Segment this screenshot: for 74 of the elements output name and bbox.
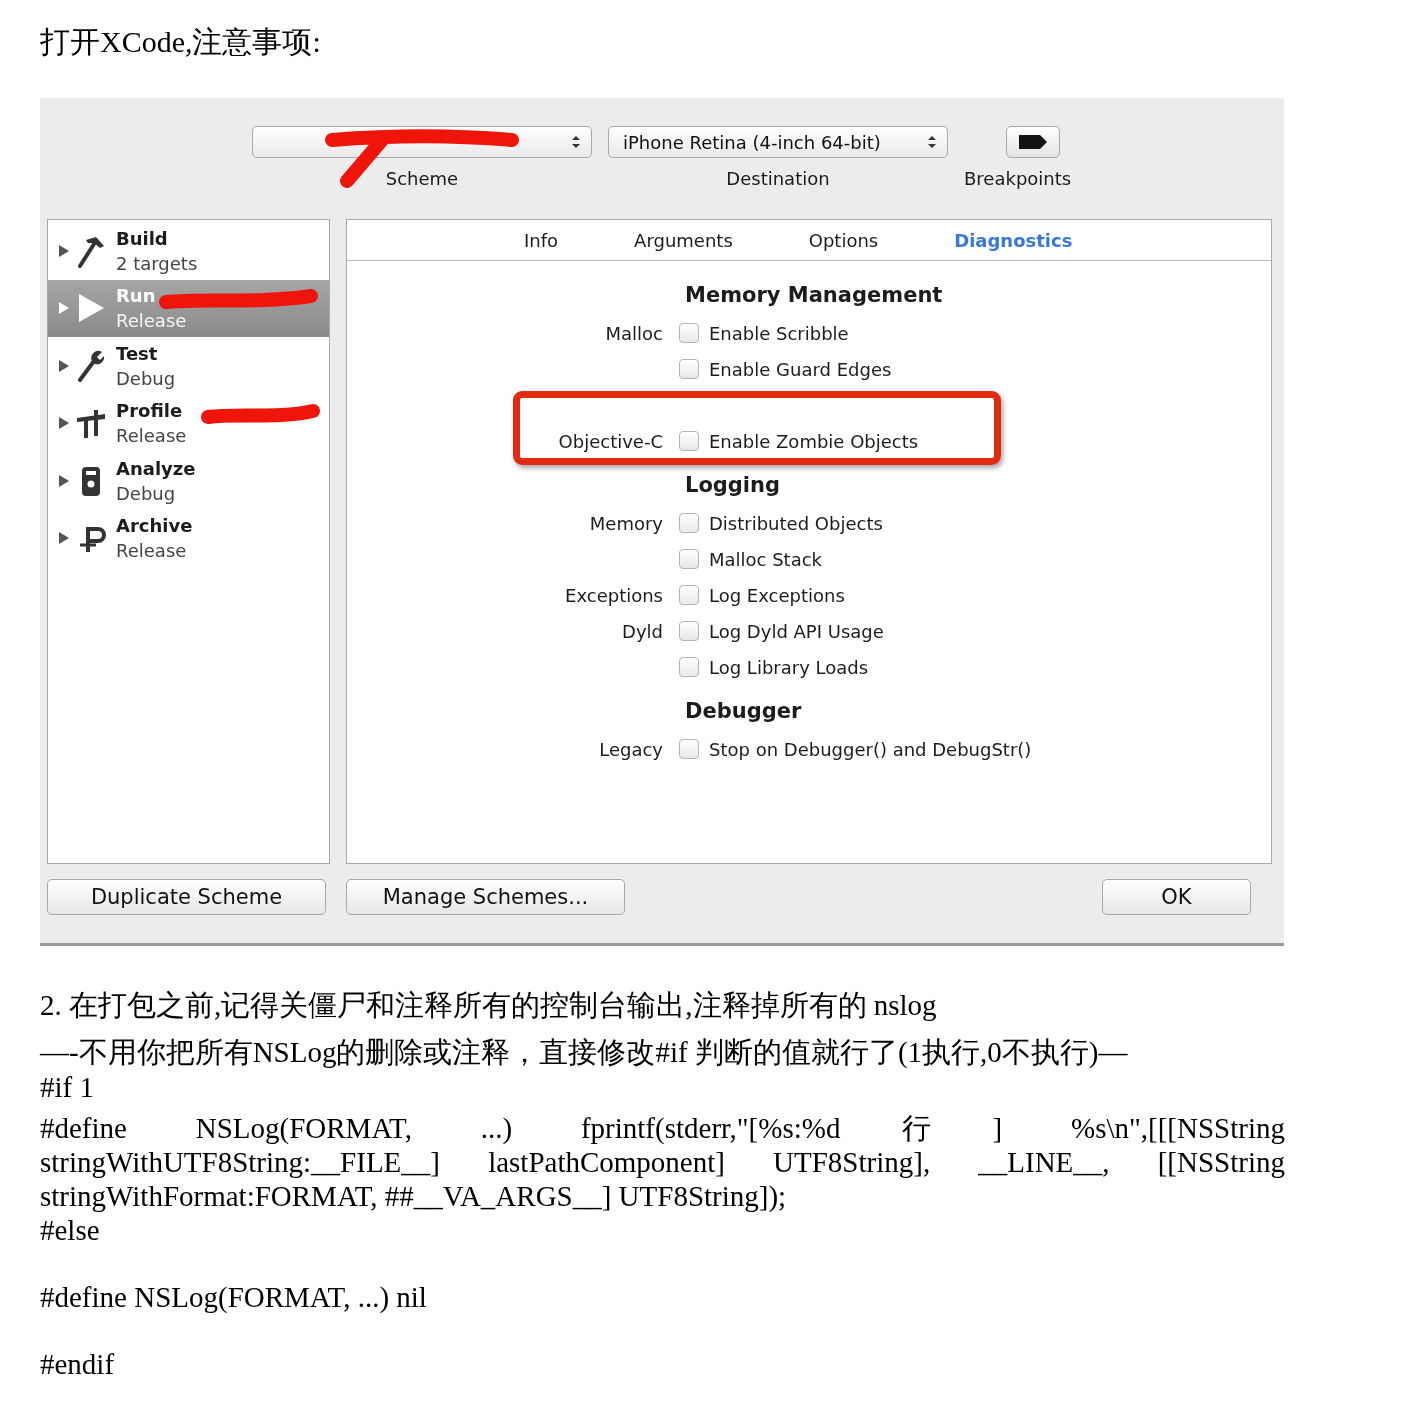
option-group-label: Memory (588, 512, 664, 534)
checkbox[interactable] (679, 431, 699, 451)
option-label: Enable Scribble (709, 322, 850, 344)
disclosure-icon (58, 301, 70, 316)
note-line: #if 1 (40, 1070, 95, 1105)
option-label: Stop on Debugger() and DebugStr() (709, 738, 1033, 760)
dialog-button[interactable]: Duplicate Scheme (47, 879, 326, 915)
disclosure-icon (58, 473, 70, 488)
note-line: —-不用你把所有NSLog的删除或注释，直接修改#if 判断的值就行了(1执行,0不执行)— (40, 1035, 1129, 1070)
section-title: Debugger (685, 698, 803, 725)
option-label: Enable Guard Edges (709, 358, 893, 380)
breakpoint-icon (1017, 134, 1048, 150)
breakpoints-button[interactable] (1005, 126, 1060, 158)
action-item[interactable]: Profile Release (48, 394, 329, 452)
action-name: Build (116, 226, 169, 251)
action-config: Release (116, 309, 187, 334)
action-item[interactable]: Archive Release (48, 509, 329, 567)
toolbar-label: Scheme (385, 168, 459, 189)
checkbox[interactable] (679, 359, 699, 379)
note-line: 2. 在打包之前,记得关僵尸和注释所有的控制台输出,注释掉所有的 nslog (40, 988, 938, 1023)
action-item[interactable]: Test Debug (48, 337, 329, 395)
checkbox[interactable] (679, 513, 699, 533)
action-name: Archive (116, 514, 193, 539)
tab[interactable]: Info (524, 229, 559, 251)
option-group-label: Legacy (598, 738, 664, 760)
disclosure-icon (58, 416, 70, 431)
option-group-label: Exceptions (564, 584, 664, 606)
tab[interactable]: Options (808, 229, 879, 251)
disclosure-icon (58, 531, 70, 546)
action-config: Debug (116, 366, 176, 391)
code-paragraph: #define NSLog(FORMAT, ...) fprintf(stderr,"[%s:%d行] %s\n",[[[NSString stringWithUTF8String:__FILE__] lastPathComponent] UTF8String], __LINE__, [[NSString stringWithFormat:FORMAT, ##__VA_ARGS__] UTF8String]); (40, 1111, 1285, 1213)
tab[interactable]: Diagnostics (954, 229, 1073, 251)
toolbar-label: Breakpoints (964, 168, 1072, 189)
heading: 打开XCode,注意事项: (39, 24, 322, 60)
action-name: Test (116, 341, 159, 366)
dialog-button[interactable]: Manage Schemes... (346, 879, 625, 915)
action-config: Debug (116, 481, 177, 506)
action-name: Profile (116, 399, 184, 424)
dialog-button[interactable]: OK (1102, 879, 1251, 915)
option-label: Malloc Stack (709, 548, 824, 570)
action-config: Release (116, 424, 187, 449)
option-label: Enable Zombie Objects (709, 430, 920, 452)
checkbox[interactable] (679, 323, 699, 343)
wrench-icon (76, 348, 106, 383)
checkbox[interactable] (679, 621, 699, 641)
option-group-label: Objective-C (557, 430, 664, 452)
tab[interactable]: Arguments (634, 229, 733, 251)
toolbar-label: Destination (726, 168, 830, 189)
section-title: Memory Management (685, 282, 944, 309)
action-config: 2 targets (116, 251, 198, 276)
disclosure-icon (58, 243, 70, 258)
action-config: Release (116, 539, 188, 564)
checkbox[interactable] (679, 549, 699, 569)
stepper-arrows-icon (927, 135, 937, 149)
disclosure-icon (58, 358, 70, 373)
action-name: Run (116, 284, 157, 309)
section-title: Logging (685, 472, 782, 499)
option-group-label: Malloc (604, 322, 664, 344)
popup-button[interactable]: iPhone Retina (4-inch 64-bit) (608, 126, 948, 158)
option-label: Log Dyld API Usage (709, 620, 885, 642)
checkbox[interactable] (679, 739, 699, 759)
action-item[interactable]: Analyze Debug (48, 452, 329, 510)
stepper-arrows-icon (571, 135, 581, 149)
note-line: #endif (40, 1347, 116, 1382)
option-label: Log Exceptions (709, 584, 846, 606)
note-line: #else (40, 1213, 101, 1248)
checkbox[interactable] (679, 657, 699, 677)
action-item[interactable]: Build 2 targets (48, 222, 329, 280)
option-label: Log Library Loads (709, 656, 870, 678)
option-label: Distributed Objects (709, 512, 884, 534)
note-line: #define NSLog(FORMAT, ...) nil (40, 1280, 428, 1315)
checkbox[interactable] (679, 585, 699, 605)
option-group-label: Dyld (621, 620, 664, 642)
action-name: Analyze (116, 456, 196, 481)
